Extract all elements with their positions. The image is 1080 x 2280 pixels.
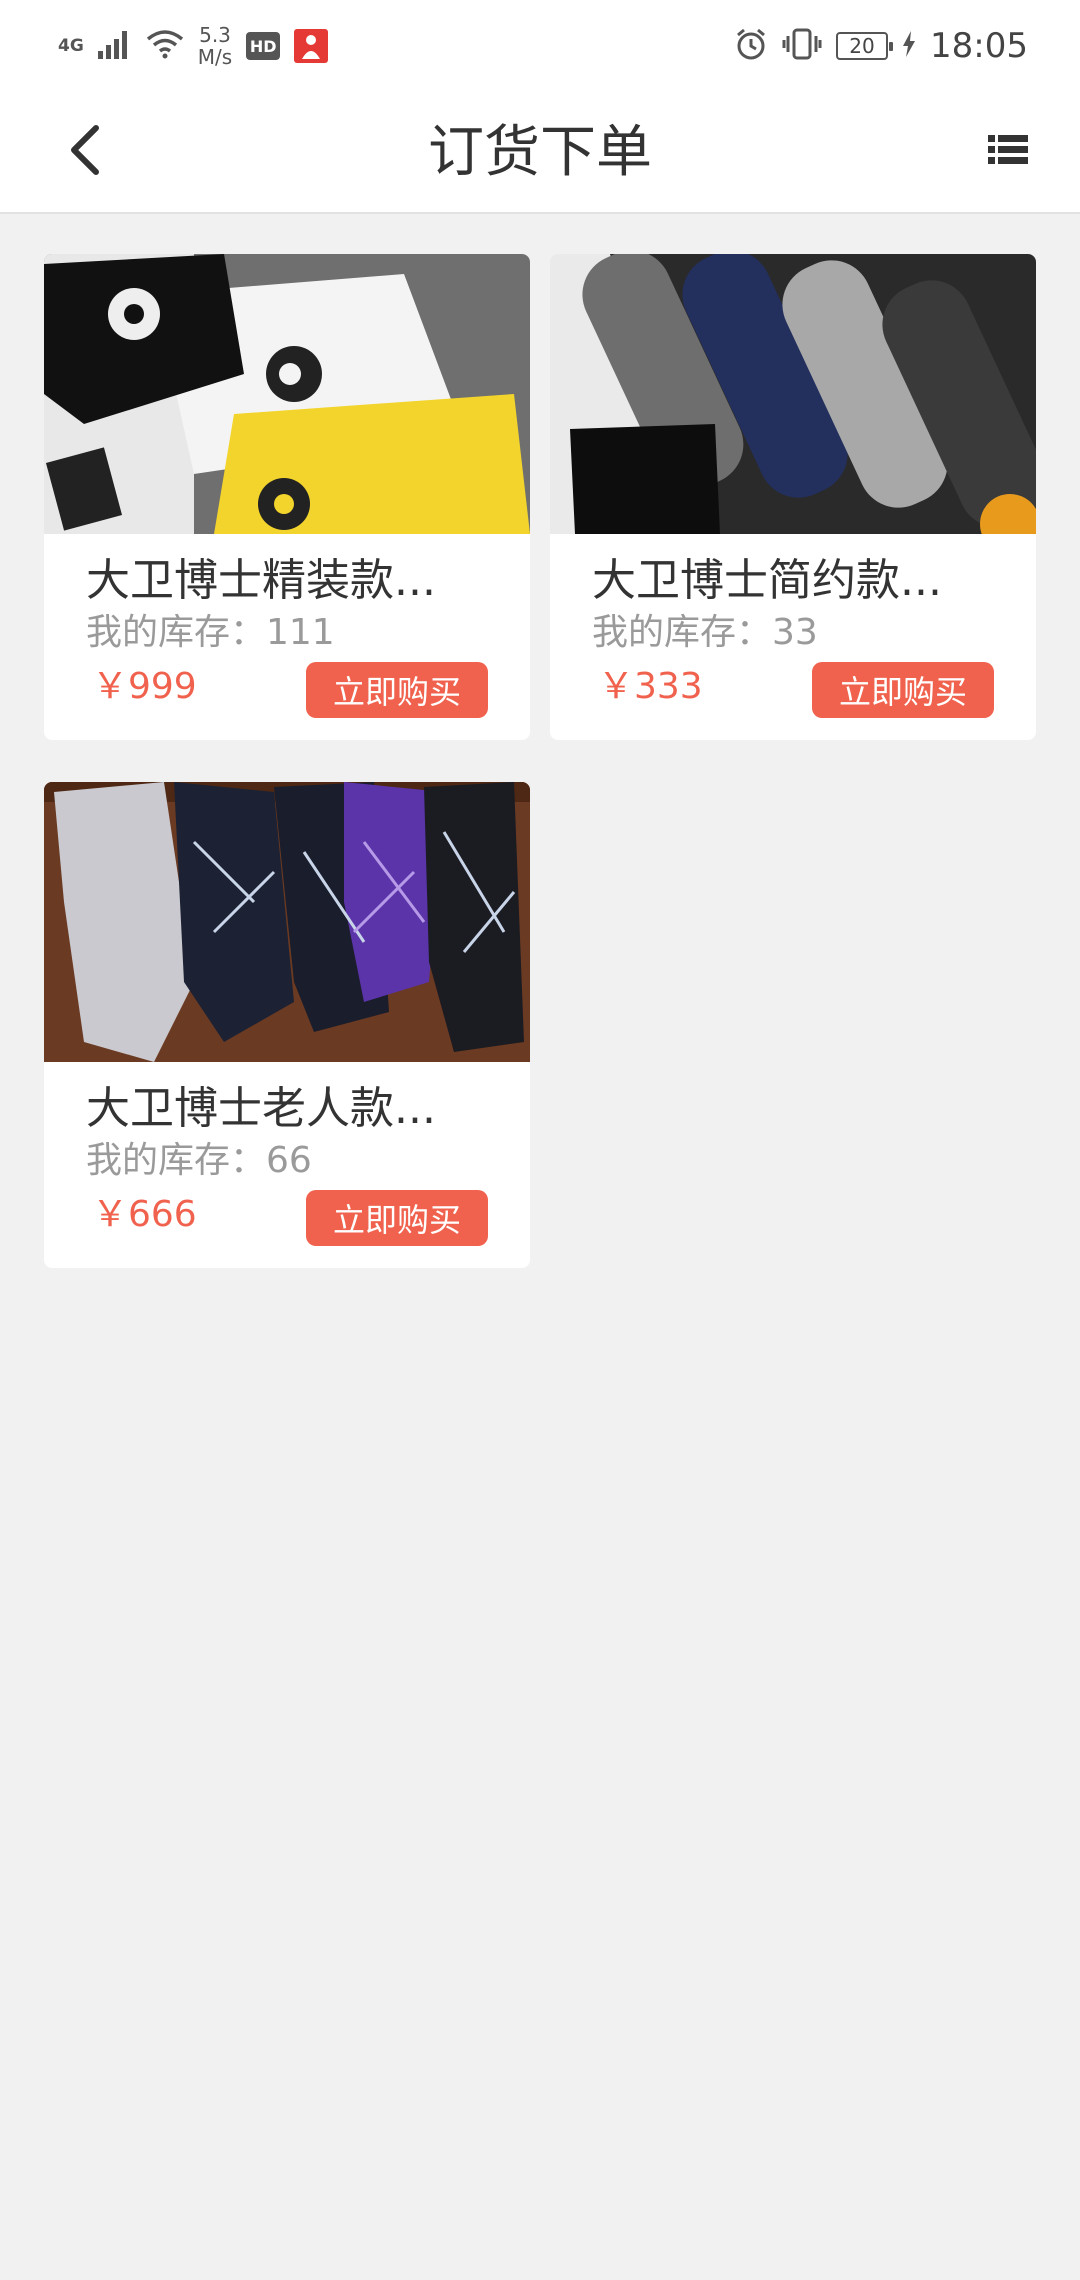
alarm-icon: [734, 27, 768, 65]
product-card[interactable]: 大卫博士精装款... 我的库存：111 ￥999 立即购买: [44, 254, 530, 740]
network-speed: 5.3 M/s: [198, 24, 232, 68]
buy-now-button[interactable]: 立即购买: [306, 662, 488, 718]
battery-icon: 20: [836, 32, 894, 60]
product-image: [44, 254, 530, 534]
signal-icon: [97, 29, 132, 63]
product-card[interactable]: 大卫博士简约款... 我的库存：33 ￥333 立即购买: [550, 254, 1036, 740]
network-type-label: 4G: [58, 35, 84, 56]
product-stock: 我的库存：33: [592, 612, 818, 653]
list-menu-button[interactable]: [984, 128, 1032, 176]
page-title: 订货下单: [428, 120, 652, 185]
charging-icon: [902, 31, 916, 61]
speed-unit: M/s: [197, 45, 233, 69]
product-price: ￥999: [92, 666, 197, 707]
product-grid: 大卫博士精装款... 我的库存：111 ￥999 立即购买 大卫博士简约款...…: [44, 254, 1036, 1268]
product-stock: 我的库存：66: [86, 1140, 312, 1181]
hd-icon: HD: [246, 32, 281, 60]
product-name: 大卫博士简约款...: [592, 555, 942, 606]
product-image: [550, 254, 1036, 534]
product-price: ￥333: [598, 666, 703, 707]
product-stock: 我的库存：111: [86, 612, 335, 653]
product-name: 大卫博士精装款...: [86, 555, 436, 606]
buy-now-button[interactable]: 立即购买: [812, 662, 994, 718]
navigation-bar: 订货下单: [0, 92, 1080, 214]
wifi-icon: [146, 29, 184, 63]
list-icon: [988, 133, 1028, 171]
product-image: [44, 782, 530, 1062]
status-right: 20 18:05: [734, 26, 1028, 66]
status-bar: 4G 5.3 M/s HD 20 18:05: [0, 0, 1080, 92]
status-time: 18:05: [930, 26, 1028, 66]
status-left: 4G 5.3 M/s HD: [58, 24, 329, 68]
speed-value: 5.3: [199, 23, 231, 47]
product-name: 大卫博士老人款...: [86, 1083, 436, 1134]
app-notification-icon: [294, 29, 329, 63]
product-card[interactable]: 大卫博士老人款... 我的库存：66 ￥666 立即购买: [44, 782, 530, 1268]
product-price: ￥666: [92, 1194, 197, 1235]
buy-now-button[interactable]: 立即购买: [306, 1190, 488, 1246]
vibrate-icon: [782, 27, 822, 65]
